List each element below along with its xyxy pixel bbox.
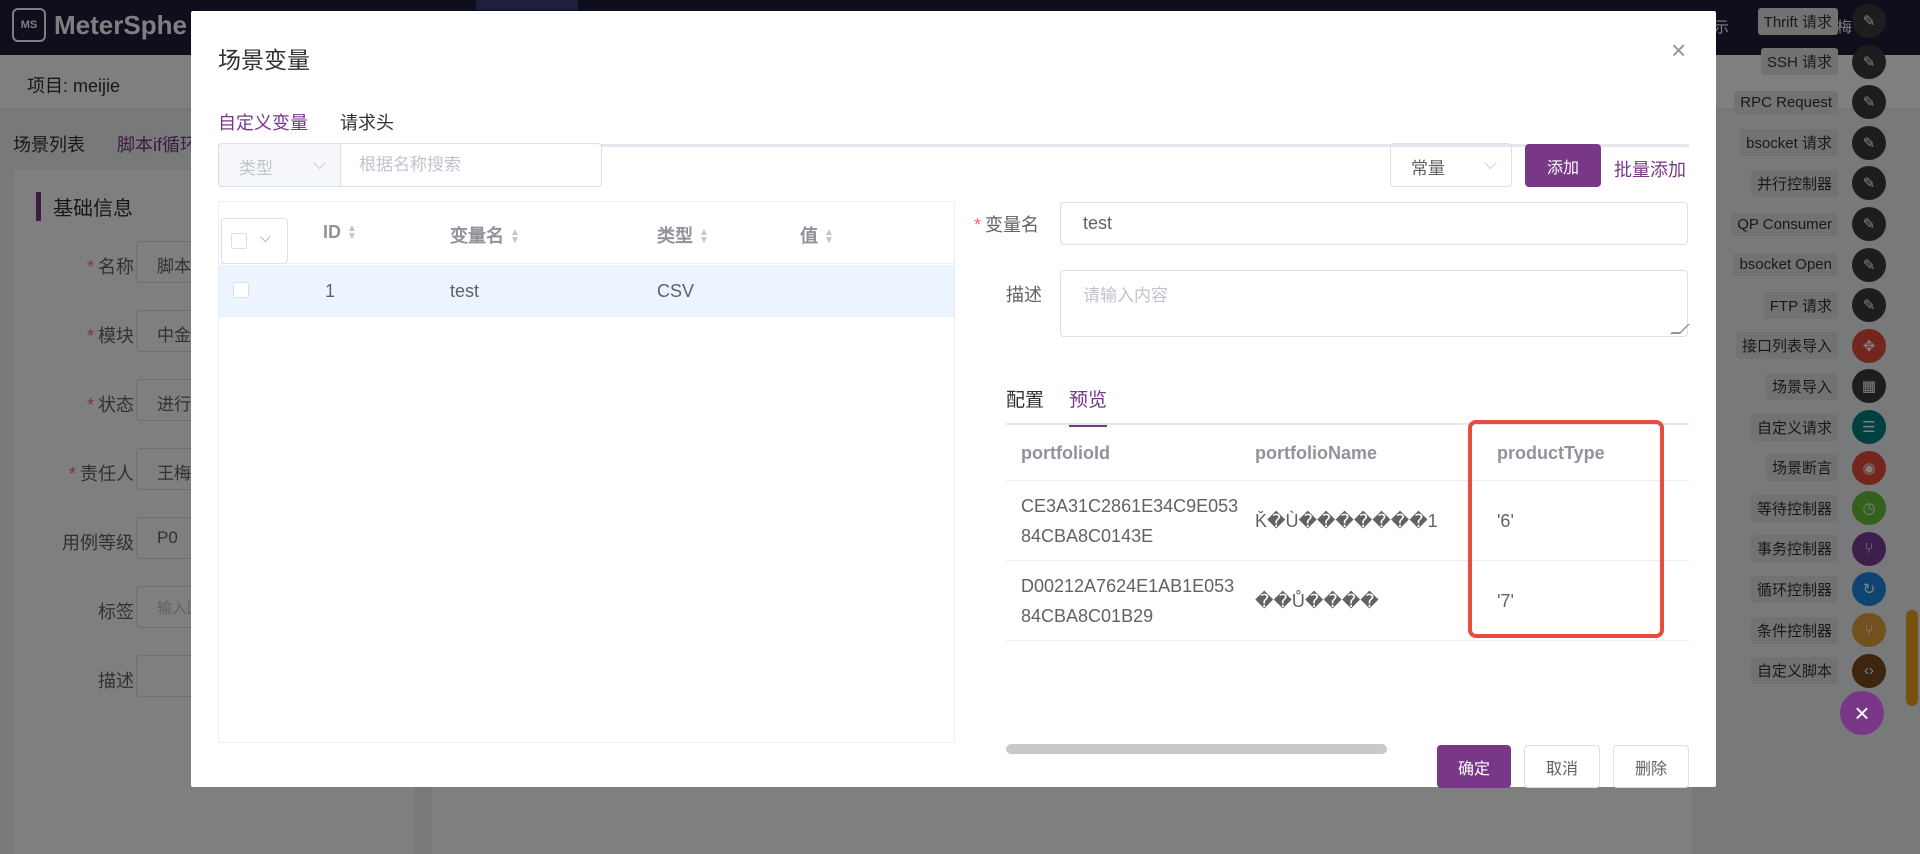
variable-table: ⌵ ID ▲ ▼ 变量名 ▲ ▼ 类型 ▲ ▼ 值 ▲ ▼ 1 test CSV: [218, 201, 955, 743]
preview-cell-name: Ǩ�Ù�������1: [1255, 511, 1438, 531]
preview-column-portfolioid: portfolioId: [1021, 443, 1110, 463]
type-filter-select[interactable]: 类型 ⌵: [218, 143, 341, 187]
column-header-type[interactable]: 类型 ▲ ▼: [657, 222, 709, 248]
tab-config[interactable]: 配置: [1006, 385, 1044, 425]
annotation-highlight-box: [1468, 420, 1664, 638]
var-name-label: * 变量名: [974, 215, 1040, 235]
close-icon: ×: [1854, 697, 1870, 728]
row-checkbox[interactable]: [233, 282, 249, 298]
var-name-input[interactable]: [1060, 202, 1688, 245]
config-preview-tabs: 配置 预览: [1006, 371, 1689, 427]
column-header-name[interactable]: 变量名 ▲ ▼: [450, 222, 520, 248]
desc-label: 描述: [1006, 285, 1042, 305]
preview-column-portfolioname: portfolioName: [1255, 443, 1378, 463]
tab-preview[interactable]: 预览: [1069, 385, 1108, 427]
table-header: ⌵ ID ▲ ▼ 变量名 ▲ ▼ 类型 ▲ ▼ 值 ▲ ▼: [219, 202, 954, 264]
preview-cell-id: CE3A31C2861E34C9E05384CBA8C0143E: [1021, 496, 1239, 546]
chevron-down-icon: ⌵: [1484, 154, 1497, 173]
sort-icon: ▲ ▼: [699, 227, 709, 247]
variable-filter-bar: 类型 ⌵: [218, 143, 602, 187]
cancel-button[interactable]: 取消: [1524, 745, 1600, 788]
close-components-button[interactable]: ×: [1840, 691, 1884, 735]
preview-cell-id: D00212A7624E1AB1E05384CBA8C01B29: [1021, 576, 1235, 626]
variable-kind-select[interactable]: 常量 ⌵: [1390, 143, 1512, 187]
search-input[interactable]: [341, 143, 602, 187]
row-name: test: [450, 281, 480, 301]
preview-cell-name: ��Ů����: [1255, 591, 1379, 611]
dialog-tabs: 自定义变量 请求头: [218, 93, 1689, 152]
select-all-dropdown[interactable]: ⌵: [221, 218, 288, 264]
desc-textarea[interactable]: [1060, 270, 1688, 337]
select-all-checkbox[interactable]: [231, 233, 247, 249]
column-header-value[interactable]: 值 ▲ ▼: [800, 222, 834, 248]
row-id: 1: [325, 281, 336, 301]
type-filter-placeholder: 类型: [239, 159, 273, 178]
chevron-down-icon: ⌵: [313, 154, 326, 173]
row-type: CSV: [657, 281, 695, 301]
scene-variable-dialog: 场景变量 × 自定义变量 请求头 类型 ⌵ 常量 ⌵ 添加 批量添加 ⌵ ID▲…: [191, 11, 1716, 788]
column-header-id[interactable]: ID ▲ ▼: [323, 222, 357, 243]
confirm-button[interactable]: 确定: [1437, 745, 1511, 788]
variable-kind-value: 常量: [1411, 159, 1445, 178]
batch-add-link[interactable]: 批量添加: [1614, 156, 1686, 182]
delete-button[interactable]: 删除: [1613, 745, 1689, 788]
preview-horizontal-scrollbar[interactable]: [1006, 744, 1387, 754]
sort-icon: ▲ ▼: [510, 227, 520, 247]
dialog-title: 场景变量: [218, 47, 310, 73]
table-row[interactable]: 1 test CSV: [219, 265, 954, 317]
sort-icon: ▲ ▼: [347, 223, 357, 243]
dialog-close-button[interactable]: ×: [1671, 35, 1686, 66]
add-button[interactable]: 添加: [1525, 144, 1601, 187]
close-icon: ×: [1671, 35, 1687, 65]
sort-icon: ▲ ▼: [824, 227, 834, 247]
chevron-down-icon: ⌵: [260, 229, 271, 245]
